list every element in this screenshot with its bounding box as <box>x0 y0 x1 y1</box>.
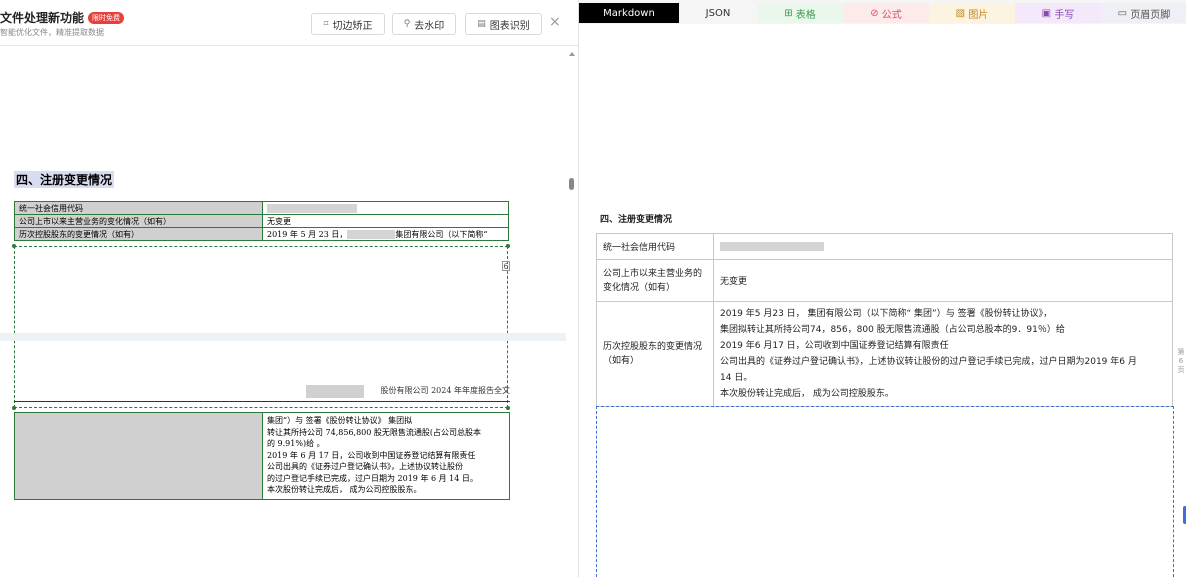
redacted-block <box>347 230 396 239</box>
continued-table: 集团”）与 签署《股份转让协议》 集团拟 转让其所持公司 74,856,800 … <box>14 412 510 500</box>
row-value <box>713 233 1173 260</box>
tab-formula[interactable]: ⊘ 公式 <box>843 3 929 23</box>
feature-toolbar: 文件处理新功能 限时免费 智能优化文件，精准提取数据 ⌗ 切边矫正 ⚲ 去水印 ▤… <box>0 0 578 46</box>
left-scrollbar[interactable] <box>567 46 578 577</box>
scroll-up-icon[interactable] <box>569 52 575 56</box>
table-row: 统一社会信用代码 <box>14 201 509 215</box>
continued-label-cell <box>15 413 263 499</box>
selection-handle[interactable] <box>506 244 510 248</box>
row-label: 公司上市以来主营业务的变化情况（如有） <box>14 214 263 228</box>
markdown-output: 四、注册变更情况 统一社会信用代码 公司上市以来主营业务的变化情况（如有） 无变… <box>579 24 1186 577</box>
free-badge: 限时免费 <box>88 12 125 24</box>
row-label: 统一社会信用代码 <box>14 201 263 215</box>
tab-header-footer[interactable]: ▭ 页眉页脚 <box>1101 3 1186 23</box>
crop-correct-button[interactable]: ⌗ 切边矫正 <box>311 13 385 35</box>
footer-rule <box>14 401 510 402</box>
table-row: 统一社会信用代码 <box>596 233 1173 260</box>
tab-json[interactable]: JSON <box>679 3 757 23</box>
result-table: 统一社会信用代码 公司上市以来主营业务的变化情况（如有） 无变更 历次控股股东的… <box>596 233 1173 407</box>
tab-handwriting[interactable]: ▣ 手写 <box>1015 3 1101 23</box>
row-value: 无变更 <box>262 214 509 228</box>
row-label: 统一社会信用代码 <box>596 233 714 260</box>
document-page: 四、注册变更情况 统一社会信用代码 公司上市以来主营业务的变化情况（如有） 无变… <box>0 47 566 577</box>
section-heading: 四、注册变更情况 <box>14 171 115 188</box>
tab-image[interactable]: ▧ 图片 <box>929 3 1015 23</box>
row-label: 历次控股股东的变更情况（如有） <box>596 301 714 407</box>
table-row: 公司上市以来主营业务的变化情况（如有） 无变更 <box>14 214 509 228</box>
row-label: 历次控股股东的变更情况（如有） <box>14 227 263 241</box>
result-section-heading: 四、注册变更情况 <box>600 215 673 225</box>
table-row: 历次控股股东的变更情况（如有） 2019 年5 月23 日， 集团有限公司（以下… <box>596 301 1173 407</box>
formula-icon: ⊘ <box>870 7 882 19</box>
header-footer-icon: ▭ <box>1117 7 1131 19</box>
row-label: 公司上市以来主营业务的变化情况（如有） <box>596 259 714 302</box>
toolbar-subtitle: 智能优化文件，精准提取数据 <box>0 28 104 37</box>
row-value: 无变更 <box>713 259 1173 302</box>
chart-recognition-button[interactable]: ▤ 图表识别 <box>465 13 542 35</box>
selection-handle[interactable] <box>12 244 16 248</box>
chart-icon: ▤ <box>477 19 486 29</box>
table-icon: ⊞ <box>784 7 796 19</box>
row-value <box>262 201 509 215</box>
continued-value-cell: 集团”）与 签署《股份转让协议》 集团拟 转让其所持公司 74,856,800 … <box>267 416 482 494</box>
report-footer: 股份有限公司 2024 年年度报告全文 <box>306 385 510 398</box>
selection-box[interactable] <box>14 246 508 408</box>
tab-markdown[interactable]: Markdown <box>579 3 679 23</box>
watermark-icon: ⚲ <box>403 19 411 29</box>
scroll-thumb[interactable] <box>569 178 574 190</box>
row-value: 2019 年 5 月 23 日， 集团有限公司（以下简称“ <box>262 227 509 241</box>
selection-handle[interactable] <box>12 406 16 410</box>
redacted-block <box>720 241 824 251</box>
close-icon[interactable]: × <box>549 14 561 30</box>
toolbar-title: 文件处理新功能 限时免费 <box>0 9 125 26</box>
next-block-selection[interactable] <box>596 406 1174 577</box>
page-indicator: 第6页 <box>1177 348 1185 374</box>
table-row: 历次控股股东的变更情况（如有） 2019 年 5 月 23 日， 集团有限公司（以… <box>14 227 509 241</box>
redacted-block <box>267 203 357 213</box>
selection-handle[interactable] <box>506 406 510 410</box>
output-tabs: Markdown JSON ⊞ 表格 ⊘ 公式 ▧ 图片 ▣ 手写 ▭ 页眉页脚 <box>579 0 1186 24</box>
tab-table[interactable]: ⊞ 表格 <box>757 3 843 23</box>
page-separator <box>0 333 566 341</box>
result-panel: Markdown JSON ⊞ 表格 ⊘ 公式 ▧ 图片 ▣ 手写 ▭ 页眉页脚… <box>578 0 1186 577</box>
row-value: 2019 年5 月23 日， 集团有限公司（以下简称“ 集团”）与 签署《股份转… <box>713 301 1173 407</box>
registration-table: 统一社会信用代码 公司上市以来主营业务的变化情况（如有） 无变更 历次控股股东的… <box>14 201 509 241</box>
document-preview-panel: 文件处理新功能 限时免费 智能优化文件，精准提取数据 ⌗ 切边矫正 ⚲ 去水印 ▤… <box>0 0 578 577</box>
crop-icon: ⌗ <box>323 19 329 29</box>
handwriting-icon: ▣ <box>1041 7 1055 19</box>
page-number: 6 <box>502 261 510 271</box>
table-row: 公司上市以来主营业务的变化情况（如有） 无变更 <box>596 259 1173 302</box>
remove-watermark-button[interactable]: ⚲ 去水印 <box>392 13 456 35</box>
image-icon: ▧ <box>955 7 969 19</box>
